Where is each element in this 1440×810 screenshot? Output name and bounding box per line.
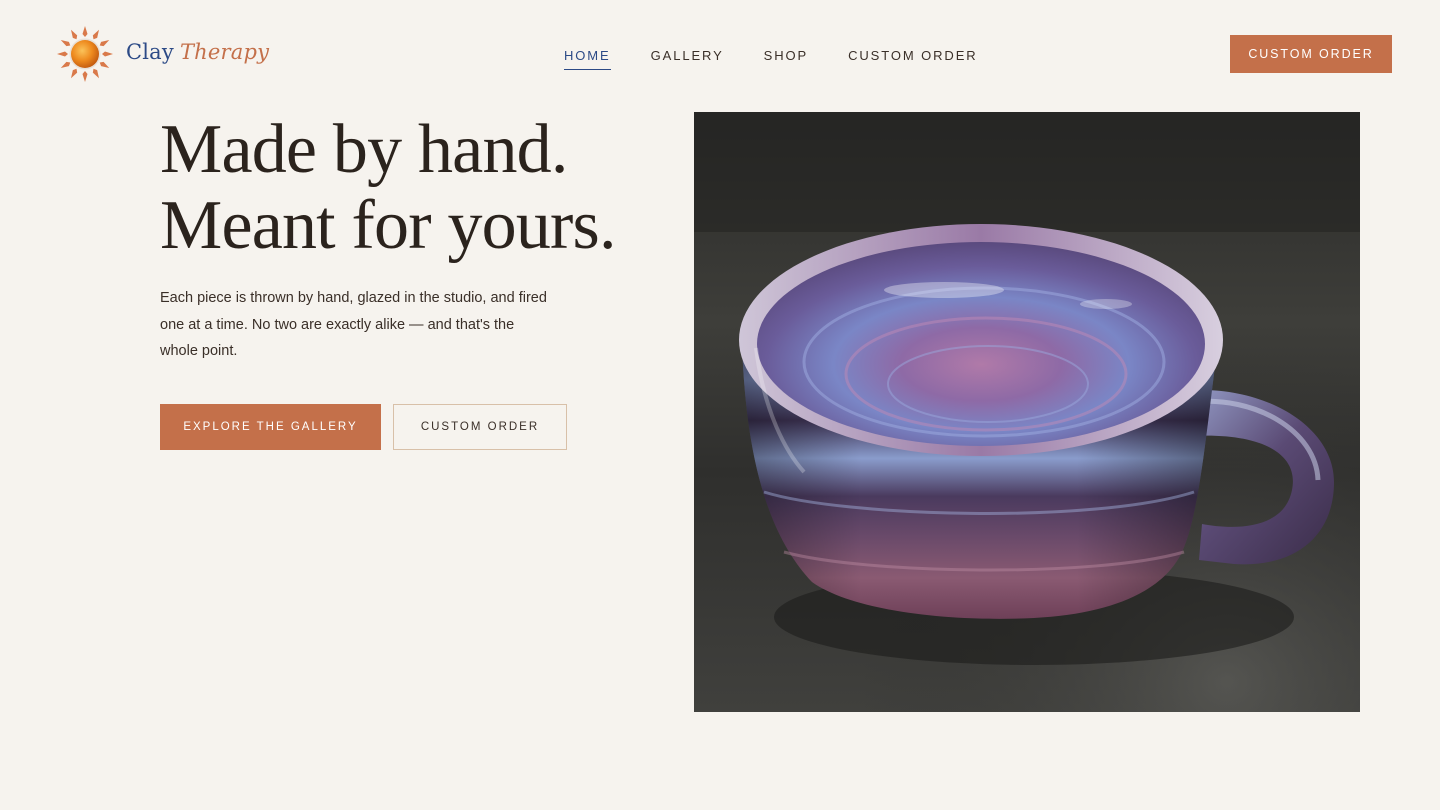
hero-title-line2: Meant for yours. bbox=[160, 187, 617, 264]
sun-icon bbox=[57, 26, 113, 82]
hero-description: Each piece is thrown by hand, glazed in … bbox=[160, 290, 547, 359]
nav-link-home[interactable]: HOME bbox=[564, 48, 611, 70]
logo-link[interactable]: Clay Therapy bbox=[56, 25, 269, 83]
hero-title: Made by hand. Meant for yours. bbox=[160, 111, 617, 264]
main-nav: HOME GALLERY SHOP CUSTOM ORDER bbox=[564, 48, 978, 70]
mug-photo bbox=[694, 112, 1360, 712]
nav-link-gallery[interactable]: GALLERY bbox=[651, 48, 724, 69]
nav-link-custom-order[interactable]: CUSTOM ORDER bbox=[848, 48, 977, 69]
hero-image bbox=[694, 112, 1360, 712]
brand-name-part2: Therapy bbox=[179, 40, 270, 64]
header-custom-order-button[interactable]: CUSTOM ORDER bbox=[1230, 35, 1392, 73]
explore-gallery-button[interactable]: EXPLORE THE GALLERY bbox=[160, 404, 381, 450]
brand-name: Clay Therapy bbox=[126, 42, 269, 63]
nav-link-shop[interactable]: SHOP bbox=[764, 48, 808, 69]
custom-order-button[interactable]: CUSTOM ORDER bbox=[393, 404, 567, 450]
brand-name-part1: Clay bbox=[126, 40, 174, 64]
hero-title-line1: Made by hand. bbox=[160, 111, 568, 188]
